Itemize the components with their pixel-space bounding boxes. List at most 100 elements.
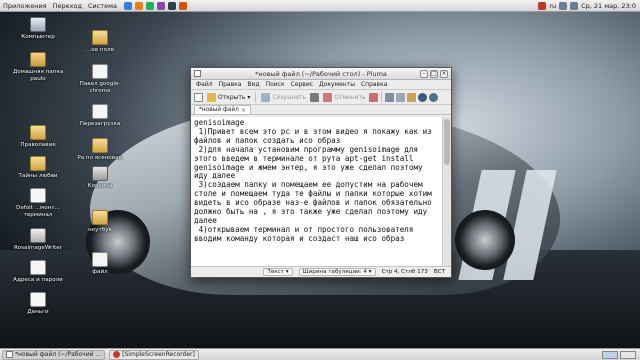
copy-icon[interactable] — [396, 92, 406, 102]
open-label: Открыть — [218, 93, 246, 101]
text-editor[interactable]: genisoimage 1)Привет всем это рс и в это… — [191, 117, 443, 267]
clock[interactable]: Ср, 21 мар, 23:0 — [581, 2, 636, 10]
save-label: Сохранить — [272, 93, 307, 101]
record-indicator-icon[interactable] — [538, 1, 547, 10]
desktop-icon-app[interactable]: RosalmageWriter — [10, 228, 66, 252]
file-icon — [30, 188, 46, 203]
close-tab-icon[interactable]: × — [241, 107, 246, 114]
new-document-icon[interactable] — [194, 92, 203, 102]
menubar: Файл Правка Вид Поиск Сервис Документы С… — [191, 80, 451, 90]
toolbar-separator — [255, 92, 257, 102]
file-icon — [92, 64, 108, 79]
desktop-icon-file[interactable]: Перезагрузка — [72, 104, 128, 128]
menu-applications[interactable]: Приложения — [0, 2, 50, 10]
document-tabs: *новый файл × — [191, 105, 451, 115]
desktop-icon-folder[interactable]: Праволавие — [10, 125, 66, 149]
desktop-icon-file[interactable]: Деньги — [10, 292, 66, 316]
vertical-scrollbar[interactable] — [442, 117, 451, 267]
launcher-media-icon[interactable] — [156, 1, 165, 10]
workspace-1[interactable] — [602, 350, 618, 359]
launcher-firefox-icon[interactable] — [134, 1, 143, 10]
menu-view[interactable]: Вид — [244, 81, 262, 88]
undo-button[interactable]: Отменить — [321, 92, 367, 103]
workspace-switcher — [602, 350, 640, 359]
desktop-icon-file[interactable]: Адреса и пароли — [10, 260, 66, 284]
search-icon[interactable] — [418, 92, 428, 102]
desktop-icon-label: Тайны любви — [18, 173, 58, 179]
desktop-icon-trash[interactable]: Корзина — [72, 166, 128, 190]
launcher-group — [123, 1, 187, 10]
tab-width-select[interactable]: Ширина табуляции: 4 ▾ — [298, 268, 376, 276]
scrollbar-thumb[interactable] — [444, 119, 450, 165]
menu-documents[interactable]: Документы — [316, 81, 358, 88]
desktop-icon-folder[interactable]: Тайны любви — [10, 156, 66, 180]
desktop-icon-label: Ра по ясеновам — [77, 155, 123, 161]
launcher-terminal-icon[interactable] — [167, 1, 176, 10]
desktop-icon-label: Адреса и пароли — [13, 277, 63, 283]
menu-places[interactable]: Переход — [50, 2, 85, 10]
desktop-icon-file[interactable]: файл — [72, 252, 128, 276]
menu-file[interactable]: Файл — [193, 81, 216, 88]
file-icon — [92, 252, 108, 267]
desktop-icon-label: Праволавие — [20, 142, 56, 148]
taskbar-item-pluma[interactable]: *новый файл (~/Рабочий ... — [2, 349, 106, 360]
volume-icon[interactable] — [570, 1, 579, 10]
top-panel: Приложения Переход Система ru Ср, 21 мар… — [0, 0, 640, 12]
open-button[interactable]: Открыть ▾ — [205, 92, 252, 103]
taskbar-item-recorder[interactable]: [SimpleScreenRecorder] — [109, 349, 199, 360]
taskbar-item-label: [SimpleScreenRecorder] — [122, 351, 195, 358]
redo-icon[interactable] — [369, 92, 379, 102]
desktop-icon-label: Деньги — [27, 309, 49, 315]
desktop-icon-file[interactable]: Павел google-chrome — [72, 64, 128, 94]
desktop-icon-file[interactable]: Defolt ...монт... терминал — [10, 188, 66, 218]
window-controls: – □ × — [420, 69, 451, 78]
syntax-mode-value: Текст — [267, 269, 285, 275]
desktop-icon-folder[interactable]: Ра по ясеновам — [72, 138, 128, 162]
pluma-window: *новый файл (~/Рабочий стол) - Pluma – □… — [190, 67, 452, 278]
launcher-mail-icon[interactable] — [145, 1, 154, 10]
tab-label: *новый файл — [199, 107, 239, 113]
print-icon[interactable] — [310, 92, 320, 102]
trash-icon — [92, 166, 108, 181]
desktop-icon-label: Корзина — [87, 183, 113, 189]
folder-icon — [92, 138, 108, 153]
folder-open-icon — [207, 92, 216, 102]
network-icon[interactable] — [559, 1, 568, 10]
cut-icon[interactable] — [385, 92, 395, 102]
launcher-app-icon[interactable] — [178, 1, 187, 10]
maximize-icon[interactable]: □ — [430, 69, 438, 78]
syntax-mode-select[interactable]: Текст ▾ — [263, 268, 293, 276]
desktop-icon-home[interactable]: Домашняя папка paulo — [10, 52, 66, 82]
keyboard-layout[interactable]: ru — [549, 2, 556, 10]
save-button[interactable]: Сохранить — [259, 92, 308, 103]
computer-icon — [30, 17, 46, 32]
tab-new-file[interactable]: *новый файл × — [194, 105, 251, 114]
insert-mode: ВСТ — [433, 269, 445, 275]
desktop-icon-label: Павел google-chrome — [79, 81, 121, 94]
workspace-2[interactable] — [620, 350, 636, 359]
replace-icon[interactable] — [429, 92, 439, 102]
minimize-icon[interactable]: – — [420, 69, 428, 78]
tab-width-value: Ширина табуляции: 4 — [302, 269, 367, 275]
file-icon — [30, 292, 46, 307]
file-icon — [92, 104, 108, 119]
desktop-icon-computer[interactable]: Компьютер — [10, 17, 66, 41]
window-title: *новый файл (~/Рабочий стол) - Pluma — [255, 69, 387, 78]
recorder-icon — [113, 351, 121, 358]
menu-tools[interactable]: Сервис — [288, 81, 316, 88]
menu-search[interactable]: Поиск — [263, 81, 288, 88]
window-titlebar[interactable]: *новый файл (~/Рабочий стол) - Pluma – □… — [191, 68, 451, 80]
desktop-icon-folder[interactable]: ...ое поле — [72, 30, 128, 54]
paste-icon[interactable] — [407, 92, 417, 102]
desktop-icon-folder[interactable]: ноутбук — [72, 210, 128, 234]
toolbar: Открыть ▾ Сохранить Отменить — [191, 90, 451, 105]
menu-edit[interactable]: Правка — [216, 81, 245, 88]
launcher-browser-icon[interactable] — [123, 1, 132, 10]
bottom-panel: *новый файл (~/Рабочий ... [SimpleScreen… — [0, 348, 640, 360]
close-icon[interactable]: × — [440, 69, 448, 78]
cursor-position: Стр 4, Стлб 173 — [381, 269, 428, 275]
chevron-down-icon[interactable]: ▾ — [247, 94, 250, 101]
undo-icon — [323, 92, 333, 102]
menu-system[interactable]: Система — [85, 2, 120, 10]
menu-help[interactable]: Справка — [358, 81, 390, 88]
